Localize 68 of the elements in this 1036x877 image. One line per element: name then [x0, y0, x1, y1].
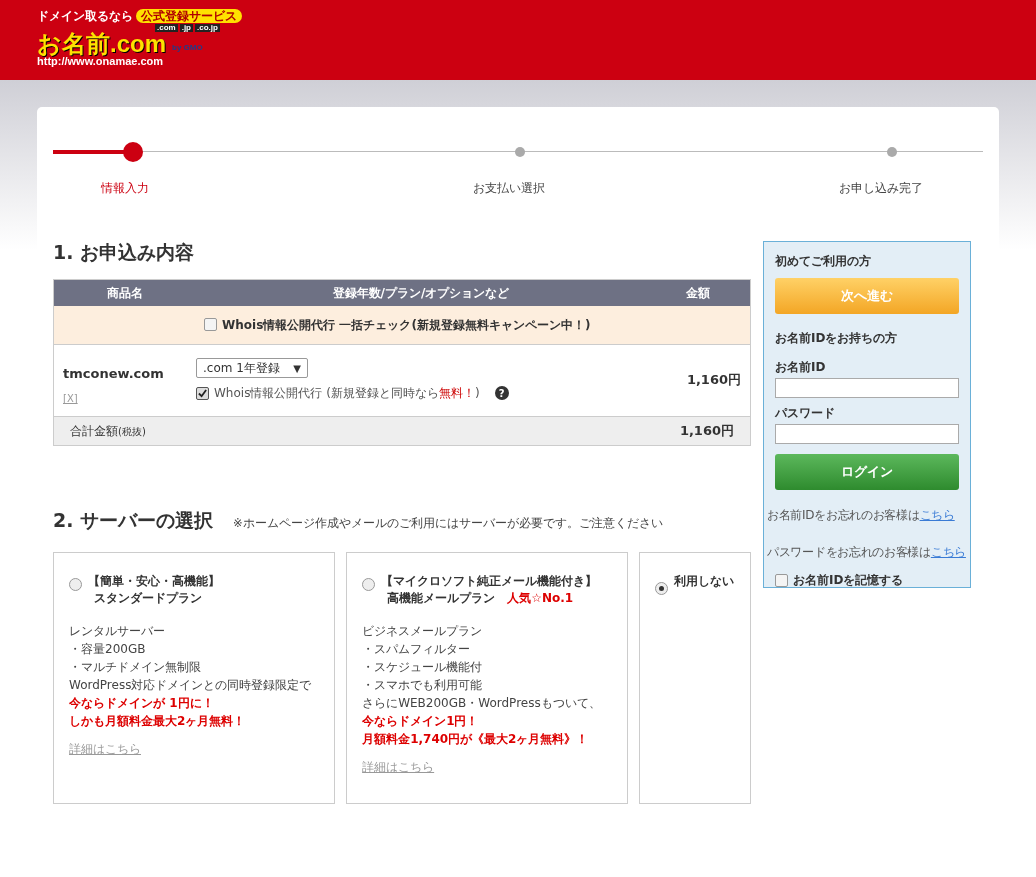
plan-title: 【簡単・安心・高機能】 [88, 573, 220, 590]
bulk-check-label: Whois情報公開代行 一括チェック(新規登録無料キャンペーン中！) [222, 316, 591, 334]
plan-title: 高機能メールプラン [386, 590, 496, 607]
checkbox[interactable] [196, 386, 209, 400]
logo-tld: .com [155, 24, 178, 32]
total-label: 合計金額(税抜) [70, 422, 146, 440]
field-label: お名前ID [775, 359, 827, 376]
plan-select[interactable]: .com 1年登録 ▼ [196, 358, 308, 378]
logo-wordmark: お名前.com [37, 32, 166, 56]
plan-feature-text: WordPress対応ドメインとの同時登録限定で [69, 677, 313, 694]
plan-feature-text: ・マルチドメイン無制限 [69, 659, 202, 676]
checkmark-icon [198, 388, 207, 398]
forgot-link[interactable]: こちら [930, 543, 966, 561]
plan-feature-text: さらにWEB200GB・WordPressもついて、 [362, 695, 602, 712]
plan-title: 【マイクロソフト純正メール機能付き】 [381, 573, 598, 590]
logo-tld: .co.jp [195, 24, 220, 32]
section-title: 1. お申込み内容 [53, 240, 196, 265]
details-link[interactable]: 詳細はこちら [362, 758, 435, 776]
remove-link[interactable]: [X] [63, 391, 78, 407]
forgot-text: パスワードをお忘れのお客様は [767, 544, 931, 561]
checkbox[interactable] [775, 573, 788, 587]
logo-tld: .jp [179, 24, 193, 32]
field-label: パスワード [775, 405, 836, 422]
logo-tagline: ドメイン取るなら [37, 10, 133, 22]
step-label: お申し込み完了 [839, 180, 923, 197]
domain-name: tmconew.com [63, 364, 165, 383]
logo-badge-label: 公式登録サービス [136, 9, 242, 23]
plan-feature-text: しかも月額料金最大2ヶ月無料！ [69, 713, 247, 730]
column-header: 金額 [685, 284, 711, 302]
plan-feature-text: レンタルサーバー [69, 623, 166, 640]
forgot-link[interactable]: こちら [919, 506, 955, 524]
whois-option-label: Whois情報公開代行 (新規登録と同時なら無料！) [214, 385, 480, 402]
details-link[interactable]: 詳細はこちら [69, 740, 141, 758]
login-button[interactable]: ログイン [775, 454, 959, 490]
id-input-field[interactable] [775, 378, 959, 398]
server-note: ※ホームページ作成やメールのご利用にはサーバーが必要です。ご注意ください [233, 514, 663, 532]
price: 1,160円 [685, 371, 742, 390]
plan-title: スタンダードプラン [93, 590, 202, 607]
plan-feature-text: ・スパムフィルター [362, 641, 472, 658]
password-input-field[interactable] [775, 424, 959, 444]
plan-feature-text: 今ならドメイン1円！ [362, 713, 480, 730]
total-value: 1,160円 [679, 421, 734, 440]
checkbox[interactable] [204, 318, 217, 331]
plan-feature-text: ・スケジュール機能付 [362, 659, 484, 676]
section-title: 2. サーバーの選択 [53, 507, 214, 533]
plan-feature-text: ビジネスメールプラン [362, 623, 484, 640]
radio-button[interactable] [362, 578, 376, 591]
column-header: 登録年数/プラン/オプションなど [331, 284, 511, 302]
radio-button[interactable] [655, 582, 669, 595]
logo-url: http://www.onamae.com [37, 56, 165, 67]
plan-feature-text: ・スマホでも利用可能 [362, 677, 484, 694]
caret-icon: ▼ [293, 360, 301, 376]
site-logo[interactable]: ドメイン取るなら 公式登録サービス .com .jp .co.jp お名前.com by GMO http://www.onamae.com [37, 9, 267, 67]
help-icon[interactable]: ? [494, 386, 509, 400]
popularity-label: 人気☆No.1 [507, 590, 574, 607]
step-label: 情報入力 [101, 180, 149, 197]
logo-by: by GMO [172, 44, 203, 52]
panel-heading: 初めてご利用の方 [775, 253, 872, 270]
plan-feature-text: 今ならドメインが 1円に！ [69, 695, 215, 712]
radio-button[interactable] [69, 578, 82, 591]
plan-feature-text: ・容量200GB [69, 641, 147, 658]
panel-heading: お名前IDをお持ちの方 [775, 330, 899, 347]
plan-feature-text: 月額料金1,740円が《最大2ヶ月無料》！ [362, 731, 590, 748]
forgot-text: お名前IDをお忘れのお客様は [767, 507, 920, 524]
plan-title: 利用しない [674, 573, 735, 590]
column-header: 商品名 [106, 284, 144, 302]
remember-label: お名前IDを記憶する [793, 572, 904, 589]
step-label: お支払い選択 [473, 180, 545, 197]
